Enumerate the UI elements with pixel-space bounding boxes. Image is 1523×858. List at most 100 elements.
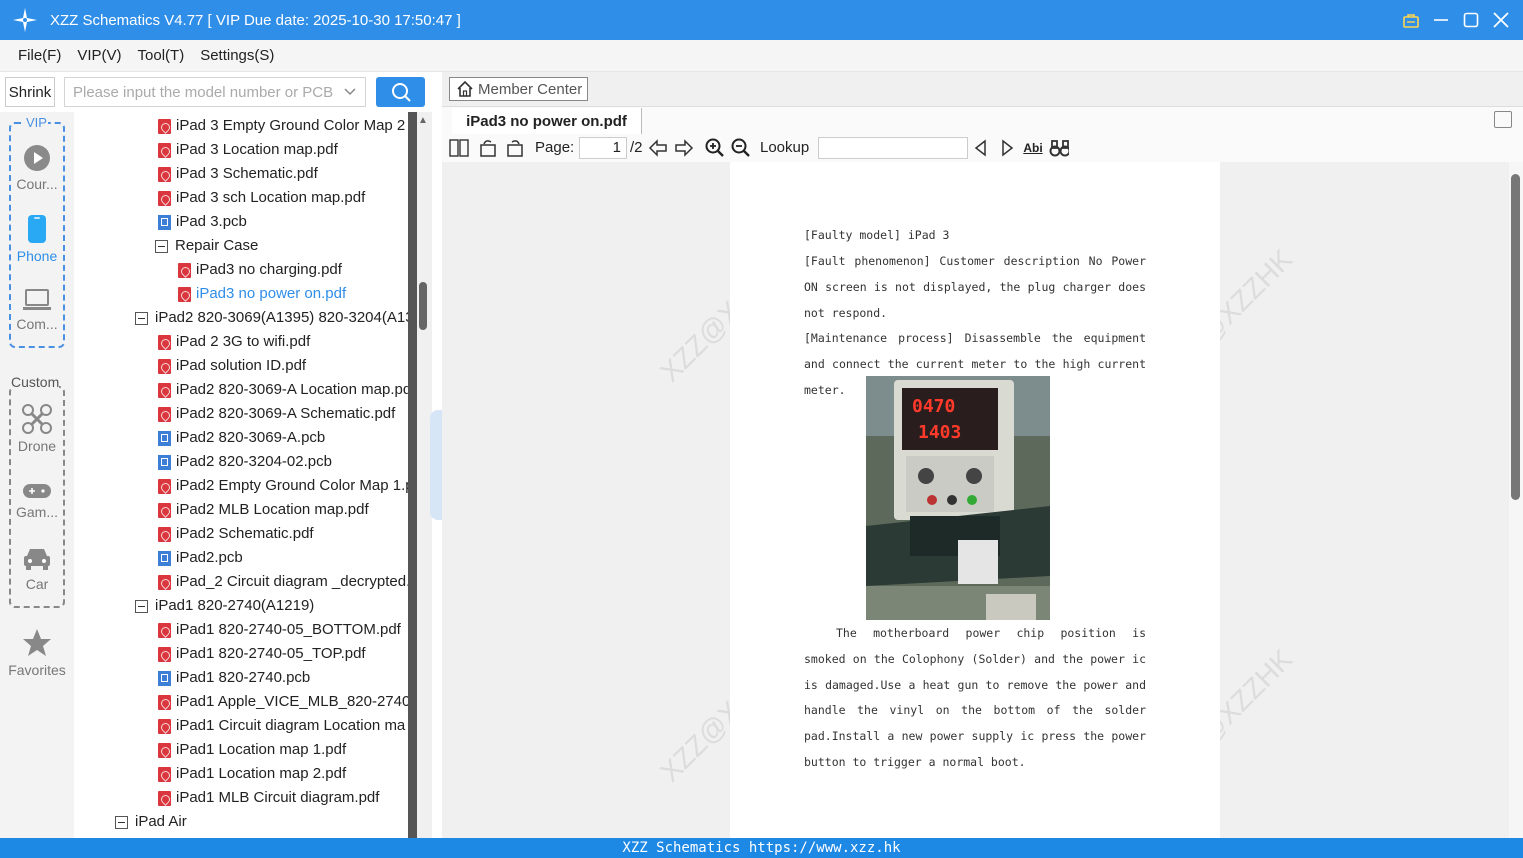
scroll-up-icon[interactable]: ▲ [418,115,428,126]
custom-group-label: Custom [11,374,60,390]
tree-item[interactable]: iPad1 Location map 1.pdf [158,738,346,762]
match-case-icon[interactable]: Abi [1023,138,1043,158]
menu-tool[interactable]: Tool(T) [138,47,185,64]
close-tabs-icon[interactable] [1494,111,1512,128]
tree-item[interactable]: iPad 3 Empty Ground Color Map 2 [158,114,405,138]
tree-folder[interactable]: iPad2 820-3069(A1395) 820-3204(A13 [135,306,408,330]
prev-page-icon[interactable] [648,138,668,158]
find-prev-icon[interactable] [971,138,991,158]
collapse-icon[interactable] [135,311,148,325]
tree-item[interactable]: iPad2 820-3204-02.pcb [158,450,332,474]
zoom-in-icon[interactable] [705,138,725,158]
home-icon [457,80,473,97]
tree-item[interactable]: iPad solution ID.pdf [158,354,306,378]
tree-item[interactable]: iPad_2 Circuit diagram _decrypted. [158,570,408,594]
collapse-icon[interactable] [135,599,148,613]
search-button[interactable] [376,77,425,107]
nav-game-label: Gam... [15,504,58,520]
tree-divider [408,112,417,838]
rotate-right-icon[interactable] [505,138,525,158]
panel-collapse-handle[interactable] [430,410,442,520]
viewer-scrollbar[interactable] [1509,162,1523,838]
viewer-scroll-thumb[interactable] [1511,174,1520,500]
title-bar: XZZ Schematics V4.77 [ VIP Due date: 202… [0,0,1523,40]
tree-item[interactable]: iPad1 820-2740-05_BOTTOM.pdf [158,618,401,642]
collapse-icon[interactable] [155,239,168,253]
zoom-out-icon[interactable] [731,138,751,158]
model-search-input[interactable]: Please input the model number or PCB [64,77,366,107]
tree-item[interactable]: iPad2 820-3069-A Schematic.pdf [158,402,395,426]
tree-item[interactable]: iPad1 Apple_VICE_MLB_820-2740-/ [158,690,408,714]
tree-item[interactable]: iPad 3.pcb [158,210,247,234]
tree-item[interactable]: iPad2 MLB Location map.pdf [158,498,369,522]
tree-item[interactable]: iPad 3 sch Location map.pdf [158,186,365,210]
play-circle-icon [24,145,50,171]
shrink-button[interactable]: Shrink [5,77,55,107]
tree-item-selected[interactable]: iPad3 no power on.pdf [178,282,346,306]
tree-item[interactable]: iPad2 820-3069-A Location map.pd [158,378,408,402]
collapse-icon[interactable] [115,815,128,829]
tree-item[interactable]: iPad1 MLB Circuit diagram.pdf [158,786,379,810]
repair-photo: 0470 1403 [866,376,1050,620]
tree-item[interactable]: iPad 3 Location map.pdf [158,138,338,162]
chevron-down-icon[interactable] [343,84,357,102]
meter-readout-top: 0470 [912,396,956,417]
tree-item[interactable]: iPad1 820-2740-05_TOP.pdf [158,642,366,666]
rotate-left-icon[interactable] [478,138,498,158]
nav-phone[interactable]: Phone [0,214,74,264]
pdf-file-icon [158,190,171,206]
member-center-button[interactable]: Member Center [449,77,588,101]
nav-drone-label: Drone [17,438,57,454]
pcb-file-icon [158,430,171,446]
nav-favorites[interactable]: Favorites [0,628,74,678]
tree-item[interactable]: iPad2 Empty Ground Color Map 1.p [158,474,408,498]
doc-paragraph: [Faulty model] iPad 3 [804,228,950,242]
page-number-input[interactable]: 1 [579,137,627,159]
binoculars-icon[interactable] [1049,138,1069,158]
phone-icon [28,215,46,243]
pdf-file-icon [158,646,171,662]
nav-game[interactable]: Gam... [0,482,74,520]
tree-folder[interactable]: iPad1 820-2740(A1219) [135,594,314,618]
tree-folder[interactable]: Repair Case [155,234,258,258]
menu-settings[interactable]: Settings(S) [200,47,274,64]
tab-document[interactable]: iPad3 no power on.pdf [452,108,642,134]
two-page-icon[interactable] [449,138,469,158]
nav-car[interactable]: Car [0,546,74,592]
pdf-file-icon [158,502,171,518]
pcb-file-icon [158,214,171,230]
find-next-icon[interactable] [997,138,1017,158]
tree-item[interactable]: iPad2 Schematic.pdf [158,522,314,546]
pdf-file-icon [158,406,171,422]
next-page-icon[interactable] [674,138,694,158]
tree-item[interactable]: iPad 2 3G to wifi.pdf [158,330,310,354]
minimize-button[interactable] [1433,12,1449,28]
nav-computer[interactable]: Com... [0,288,74,332]
pdf-file-icon [158,382,171,398]
nav-drone[interactable]: Drone [0,404,74,454]
tree-scroll-thumb[interactable] [419,282,427,330]
doc-paragraph: The motherboard power chip position is s… [804,626,1146,769]
tree-item[interactable]: iPad1 Location map 2.pdf [158,762,346,786]
menu-bar: File(F) VIP(V) Tool(T) Settings(S) [0,40,1523,72]
menu-file[interactable]: File(F) [18,47,61,64]
tree-item[interactable]: iPad2.pcb [158,546,243,570]
tree-scrollbar[interactable]: ▲ [408,112,432,838]
maximize-button[interactable] [1463,12,1479,28]
tree-item[interactable]: iPad2 820-3069-A.pcb [158,426,325,450]
menu-vip[interactable]: VIP(V) [77,47,121,64]
tree-item[interactable]: iPad 3 Schematic.pdf [158,162,318,186]
tree-item[interactable]: iPad3 no charging.pdf [178,258,342,282]
pcb-file-icon [158,454,171,470]
pdf-file-icon [158,118,171,134]
lookup-input[interactable] [818,137,968,159]
lock-icon[interactable] [1403,12,1419,28]
tree-item[interactable]: iPad1 820-2740.pcb [158,666,310,690]
tree-item[interactable]: iPad1 Circuit diagram Location ma [158,714,405,738]
lookup-label: Lookup [760,139,810,156]
pdf-file-icon [158,718,171,734]
close-button[interactable] [1493,12,1509,28]
tree-folder[interactable]: iPad Air [115,810,187,834]
nav-course[interactable]: Cour... [0,144,74,192]
search-placeholder: Please input the model number or PCB [73,83,334,101]
